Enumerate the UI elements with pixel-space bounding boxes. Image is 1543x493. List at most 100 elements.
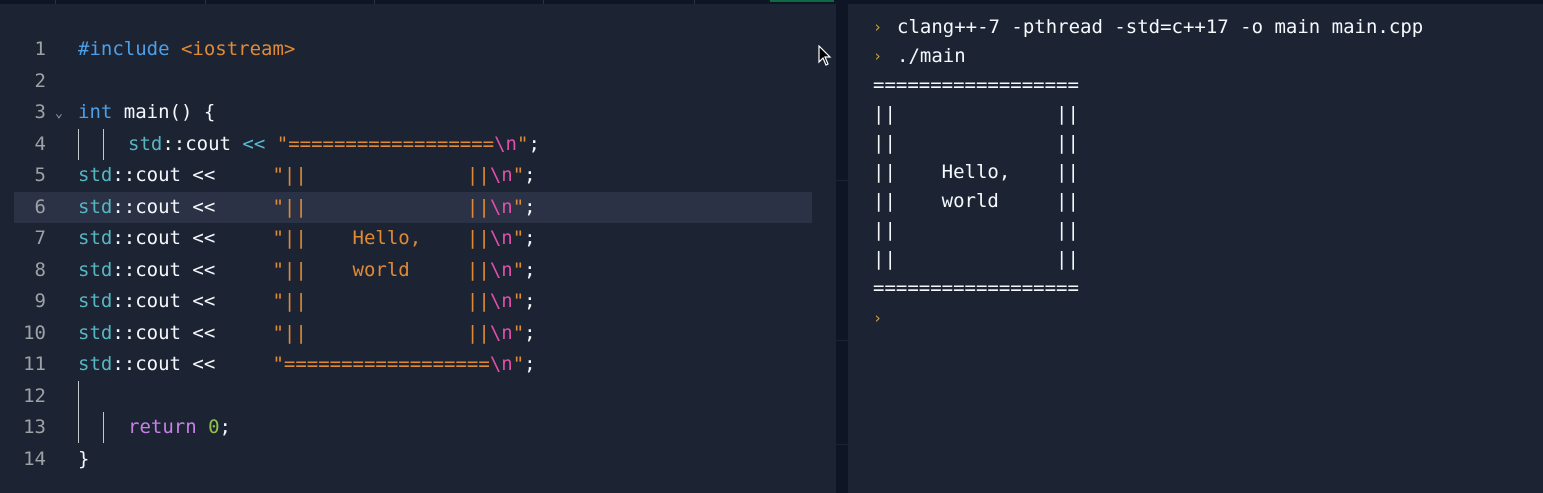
code-token: ; [524, 321, 536, 344]
code-line[interactable]: 8 std::cout << "|| world ||\n"; [14, 255, 812, 286]
code-token: " [512, 195, 525, 218]
code-line[interactable]: 2 [14, 66, 812, 97]
code-line[interactable]: 14} [14, 444, 812, 475]
line-number: 9 [34, 290, 46, 312]
code-token: ::cout << [112, 321, 227, 344]
code-token: std [78, 164, 113, 186]
code-line[interactable]: 7 std::cout << "|| Hello, ||\n"; [14, 223, 812, 254]
code-token: ::cout << [112, 164, 227, 186]
code-token: " [512, 227, 525, 249]
code-line[interactable]: 3 ⌄ int main() { [14, 97, 812, 128]
code-token: " [512, 164, 525, 186]
console-command-line: › ./main [873, 42, 1533, 71]
line-number: 12 [23, 384, 46, 407]
code-token: ::cout << [112, 353, 227, 375]
code-token: ; [524, 227, 536, 249]
code-line[interactable]: 13 return 0; [14, 412, 812, 443]
line-number: 1 [34, 38, 46, 60]
code-token: \n [489, 353, 513, 375]
code-token: int [78, 101, 113, 123]
console-panel[interactable]: › clang++-7 -pthread -std=c++17 -o main m… [848, 4, 1543, 493]
code-token: main() { [112, 101, 216, 123]
code-token: << [242, 132, 266, 155]
code-token: \n [489, 321, 513, 344]
code-token: " [512, 258, 525, 281]
code-token: #include [78, 38, 170, 60]
code-line[interactable]: 6 std::cout << "|| ||\n"; [14, 191, 812, 223]
console-command: ./main [897, 45, 966, 67]
line-number: 14 [23, 447, 46, 470]
prompt-chevron-icon: › [873, 309, 883, 327]
console-output-line: || || [873, 219, 1079, 241]
code-line[interactable]: 10 std::cout << "|| ||\n"; [14, 318, 812, 349]
code-text: std::cout << "==================\n"; [78, 349, 536, 380]
code-token: 0 [208, 416, 220, 438]
code-text: return 0; [128, 412, 231, 443]
code-token: " [512, 321, 525, 344]
console-output-line: || || [873, 248, 1079, 270]
console-command: clang++-7 -pthread -std=c++17 -o main ma… [897, 16, 1424, 38]
code-text: std::cout << "==================\n"; [128, 129, 540, 160]
code-text: std::cout << "|| ||\n"; [78, 286, 536, 317]
code-token: " [512, 290, 525, 312]
code-token: "|| || [226, 195, 490, 218]
line-number: 10 [23, 321, 46, 344]
code-line[interactable]: 9 std::cout << "|| ||\n"; [14, 286, 812, 317]
line-number: 11 [23, 353, 46, 375]
line-number: 2 [34, 69, 46, 92]
fold-chevron-icon[interactable]: ⌄ [55, 98, 63, 129]
code-line[interactable]: 5 std::cout << "|| ||\n"; [14, 160, 812, 191]
console-output-line: || Hello, || [873, 161, 1079, 183]
code-editor[interactable]: 1 #include <iostream> 2 3 ⌄ int main() { 4 std:… [0, 4, 836, 493]
line-number: 8 [34, 258, 46, 281]
code-token: ================== [288, 132, 495, 155]
code-line[interactable]: 1 #include <iostream> [14, 34, 812, 65]
code-token: std [78, 353, 113, 375]
code-token: \n [489, 258, 513, 281]
console-output-line: ================== [873, 74, 1079, 96]
code-token: ; [524, 258, 536, 281]
code-token: } [78, 447, 90, 470]
code-text: std::cout << "|| ||\n"; [78, 318, 536, 349]
code-token: ::cout << [112, 227, 227, 249]
code-line[interactable]: 4 std::cout << "==================\n"; [14, 128, 812, 160]
code-token: " [516, 132, 529, 155]
line-number: 7 [34, 227, 46, 249]
prompt-chevron-icon: › [873, 47, 883, 65]
code-token: ; [524, 195, 536, 218]
line-number: 4 [34, 132, 46, 155]
line-number: 3 [34, 101, 46, 123]
indent-guide [103, 128, 104, 160]
panel-divider[interactable] [836, 4, 848, 493]
code-text: std::cout << "|| world ||\n"; [78, 255, 536, 286]
console-output-line: || || [873, 132, 1079, 154]
line-number: 6 [34, 195, 46, 218]
code-token: " [512, 353, 525, 375]
code-token: "|| || [226, 164, 490, 186]
code-token: " [265, 132, 289, 155]
code-token: ::cout << [112, 258, 227, 281]
line-number: 5 [34, 164, 46, 186]
indent-guide [78, 380, 79, 412]
prompt-chevron-icon: › [873, 18, 883, 36]
console-command-line: › clang++-7 -pthread -std=c++17 -o main m… [873, 13, 1533, 42]
code-token: std [78, 195, 113, 218]
code-token: \n [489, 164, 513, 186]
indent-guide [78, 412, 79, 443]
code-token: <iostream> [180, 38, 296, 60]
code-token: \n [489, 290, 513, 312]
code-token: "|| || [226, 321, 490, 344]
code-token: ; [528, 132, 540, 155]
code-token: std [128, 132, 163, 155]
code-text: int main() { [78, 97, 215, 128]
code-token: ; [524, 290, 536, 312]
console-output-line: || world || [873, 190, 1079, 212]
code-token: "================== [226, 353, 490, 375]
line-number: 13 [23, 416, 46, 438]
code-token: std [78, 258, 113, 281]
code-line[interactable]: 12 [14, 380, 812, 412]
code-text: std::cout << "|| Hello, ||\n"; [78, 223, 536, 254]
code-token: ; [219, 416, 231, 438]
code-line[interactable]: 11 std::cout << "==================\n"; [14, 349, 812, 380]
